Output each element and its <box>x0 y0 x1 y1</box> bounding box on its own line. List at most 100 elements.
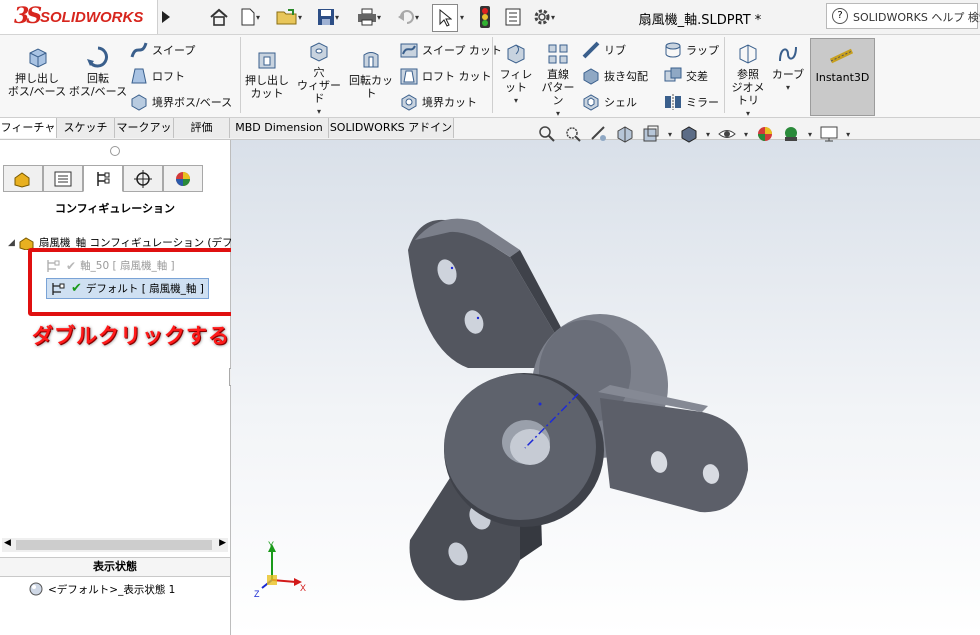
undo-button[interactable]: ▾ <box>393 4 423 30</box>
title-bar: 3S SOLIDWORKS ▾ ▾ ▾ ▾ ▾ ▾ ▾ 扇風機_軸.SLDPRT… <box>0 0 980 35</box>
shell-icon <box>583 94 599 111</box>
sketch-point <box>476 316 480 320</box>
display-state-icon <box>29 582 43 596</box>
print-button[interactable]: ▾ <box>353 4 385 30</box>
hole-wizard-label: 穴 ウィザード <box>297 66 341 105</box>
scroll-right-arrow-icon[interactable]: ▶ <box>219 538 226 548</box>
view-orientation-dropdown[interactable]: ▾ <box>668 130 672 139</box>
tab-mbd-dimension[interactable]: MBD Dimension <box>230 118 329 138</box>
select-dropdown[interactable]: ▾ <box>456 4 468 30</box>
display-state-label: <デフォルト>_表示状態 1 <box>48 583 176 596</box>
loft-cut-button[interactable]: ロフト カット <box>400 67 492 85</box>
undo-icon <box>397 10 414 24</box>
feature-manager-tab[interactable] <box>3 165 43 192</box>
home-button[interactable] <box>207 4 231 30</box>
menu-expand-arrow[interactable] <box>159 4 173 30</box>
z-axis-label: Z <box>254 589 260 599</box>
reference-geometry-button[interactable]: 参照 ジオメトリ ▾ <box>728 43 768 120</box>
loft-cut-icon <box>400 68 418 85</box>
new-button[interactable]: ▾ <box>235 4 265 30</box>
file-properties-button[interactable] <box>502 4 524 30</box>
boundary-cut-button[interactable]: 境界カット <box>400 93 477 111</box>
loft-button[interactable]: ロフト <box>130 67 185 85</box>
solidworks-logo[interactable]: 3S SOLIDWORKS <box>0 0 158 34</box>
shell-button[interactable]: シェル <box>582 93 637 111</box>
view-settings-dropdown[interactable]: ▾ <box>846 130 850 139</box>
rib-label: リブ <box>604 44 626 57</box>
display-manager-icon <box>176 171 190 186</box>
revolve-cut-icon <box>363 52 379 68</box>
triangle-right-icon <box>162 11 170 23</box>
loft-label: ロフト <box>152 70 185 83</box>
upper-arm <box>408 218 565 368</box>
tab-evaluate[interactable]: 評価 <box>174 118 230 138</box>
panel-splitter-handle[interactable] <box>110 146 120 156</box>
instant3d-button[interactable]: Instant3D <box>810 38 875 116</box>
rib-button[interactable]: リブ <box>582 41 626 59</box>
display-state-item[interactable]: <デフォルト>_表示状態 1 <box>28 581 175 597</box>
draft-button[interactable]: 抜き勾配 <box>582 67 648 85</box>
origin-point <box>538 402 542 406</box>
wrap-button[interactable]: ラップ <box>664 41 719 59</box>
linear-pattern-button[interactable]: 直線 パターン ▾ <box>538 43 578 120</box>
dimxpert-tab[interactable] <box>123 165 163 192</box>
tab-solidworks-addins[interactable]: SOLIDWORKS アドイン <box>329 118 454 138</box>
horizontal-scrollbar[interactable]: ◀ ▶ <box>2 538 228 552</box>
open-icon <box>276 9 297 25</box>
boundary-cut-label: 境界カット <box>422 96 477 109</box>
ribbon-separator <box>724 37 725 113</box>
intersect-icon <box>664 67 682 82</box>
front-disc <box>444 373 604 527</box>
boundary-boss-button[interactable]: 境界ボス/ベース <box>130 93 232 111</box>
configuration-manager-tab[interactable] <box>83 165 123 192</box>
hole-wizard-button[interactable]: 穴 ウィザード ▾ <box>294 41 344 118</box>
extrude-boss-label: 押し出し ボス/ベース <box>7 72 67 98</box>
scrollbar-thumb[interactable] <box>16 540 212 550</box>
extrude-boss-icon <box>29 48 47 68</box>
display-style-dropdown[interactable]: ▾ <box>706 130 710 139</box>
scroll-left-arrow-icon[interactable]: ◀ <box>4 538 11 548</box>
revolve-boss-button[interactable]: 回転 ボス/ベース <box>68 45 128 98</box>
document-title: 扇風機_軸.SLDPRT * <box>638 13 762 28</box>
loft-icon <box>131 68 147 84</box>
fillet-label: フィレット <box>499 68 533 94</box>
open-button[interactable]: ▾ <box>273 4 305 30</box>
hide-show-dropdown[interactable]: ▾ <box>744 130 748 139</box>
linear-pattern-label: 直線 パターン <box>541 68 575 107</box>
tab-markup[interactable]: マークアップ <box>115 118 174 154</box>
sketch-point <box>450 266 454 270</box>
sweep-cut-button[interactable]: スイープ カット <box>400 41 502 59</box>
wrap-label: ラップ <box>686 44 719 57</box>
revolve-cut-button[interactable]: 回転カット <box>346 49 396 100</box>
sweep-cut-icon <box>400 43 418 58</box>
help-search[interactable]: ? SOLIDWORKS ヘルプ 検索 <box>826 3 980 29</box>
sweep-label: スイープ <box>152 44 196 57</box>
intersect-button[interactable]: 交差 <box>664 67 708 85</box>
select-button[interactable] <box>432 4 458 32</box>
linear-pattern-icon <box>548 44 568 64</box>
curves-button[interactable]: カーブ ▾ <box>770 43 806 94</box>
scene-dropdown[interactable]: ▾ <box>808 130 812 139</box>
rebuild-button[interactable] <box>476 4 494 30</box>
part-model[interactable] <box>231 140 980 635</box>
file-properties-icon <box>505 8 521 26</box>
hole-wizard-icon <box>310 42 328 62</box>
fillet-button[interactable]: フィレット ▾ <box>496 43 536 107</box>
tab-sketch[interactable]: スケッチ <box>57 118 115 138</box>
tab-features[interactable]: フィーチャー <box>0 118 57 154</box>
sweep-button[interactable]: スイープ <box>130 41 195 59</box>
save-button[interactable]: ▾ <box>313 4 343 30</box>
mirror-icon <box>665 94 681 110</box>
display-manager-tab[interactable] <box>163 165 203 192</box>
extrude-boss-button[interactable]: 押し出し ボス/ベース <box>4 45 70 98</box>
expand-arrow-icon[interactable]: ◢ <box>8 238 15 248</box>
extrude-cut-button[interactable]: 押し出し カット <box>244 49 290 100</box>
extrude-cut-icon <box>258 52 276 69</box>
options-button[interactable]: ▾ <box>528 4 560 30</box>
feature-tree-icon <box>14 171 30 188</box>
property-manager-tab[interactable] <box>43 165 83 192</box>
mirror-button[interactable]: ミラー <box>664 93 719 111</box>
home-icon <box>210 8 228 26</box>
coordinate-triad: Y X Z <box>254 540 306 599</box>
instant3d-icon <box>829 48 854 64</box>
